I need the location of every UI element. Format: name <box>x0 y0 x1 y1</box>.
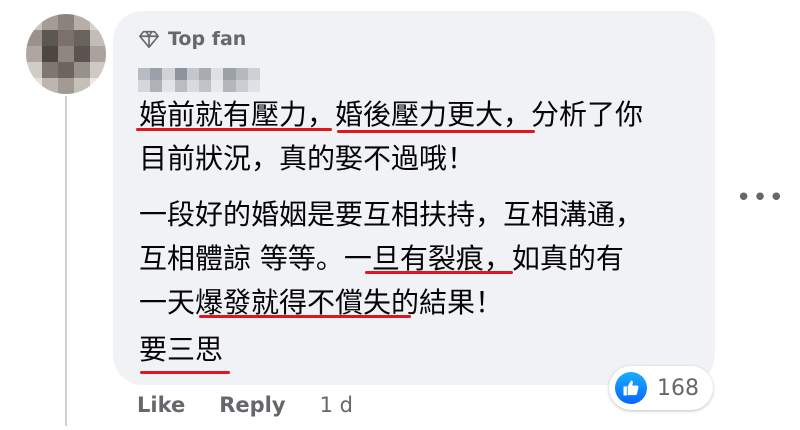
comment-line: 一天爆發就得不償失的結果！ <box>139 286 504 319</box>
highlight-underline <box>337 130 535 133</box>
highlight-underline <box>140 371 230 374</box>
comment-line: 互相體諒 等等。一旦有裂痕，如真的有 <box>139 242 624 275</box>
highlight-underline <box>365 271 513 274</box>
comment-paragraph-3: 要三思 <box>139 328 223 372</box>
comment-paragraph-1: 婚前就有壓力，婚後壓力更大，分析了你 目前狀況，真的娶不過哦！ <box>139 93 643 181</box>
comment-paragraph-2: 一段好的婚姻是要互相扶持，互相溝通， 互相體諒 等等。一旦有裂痕，如真的有 一天… <box>139 193 643 325</box>
avatar[interactable] <box>26 14 106 94</box>
comment-line: 目前狀況，真的娶不過哦！ <box>139 142 476 175</box>
reaction-count: 168 <box>657 375 699 401</box>
reaction-count-pill[interactable]: 168 <box>609 366 713 410</box>
badge-label: Top fan <box>168 28 247 50</box>
diamond-icon <box>139 30 159 49</box>
like-button[interactable]: Like <box>137 393 185 417</box>
highlight-underline <box>199 315 411 318</box>
timestamp[interactable]: 1 d <box>320 393 353 417</box>
thumbs-up-icon <box>615 372 647 404</box>
comment-line: 一段好的婚姻是要互相扶持，互相溝通， <box>139 198 644 231</box>
comment-line: 要三思 <box>139 333 224 366</box>
thread-line <box>65 96 67 426</box>
comment-actions: Like Reply 1 d <box>137 393 353 417</box>
highlight-underline <box>136 128 332 131</box>
author-name[interactable] <box>138 68 260 92</box>
top-fan-badge[interactable]: Top fan <box>138 28 246 50</box>
reply-button[interactable]: Reply <box>219 393 285 417</box>
more-options-button[interactable]: ••• <box>736 185 785 211</box>
